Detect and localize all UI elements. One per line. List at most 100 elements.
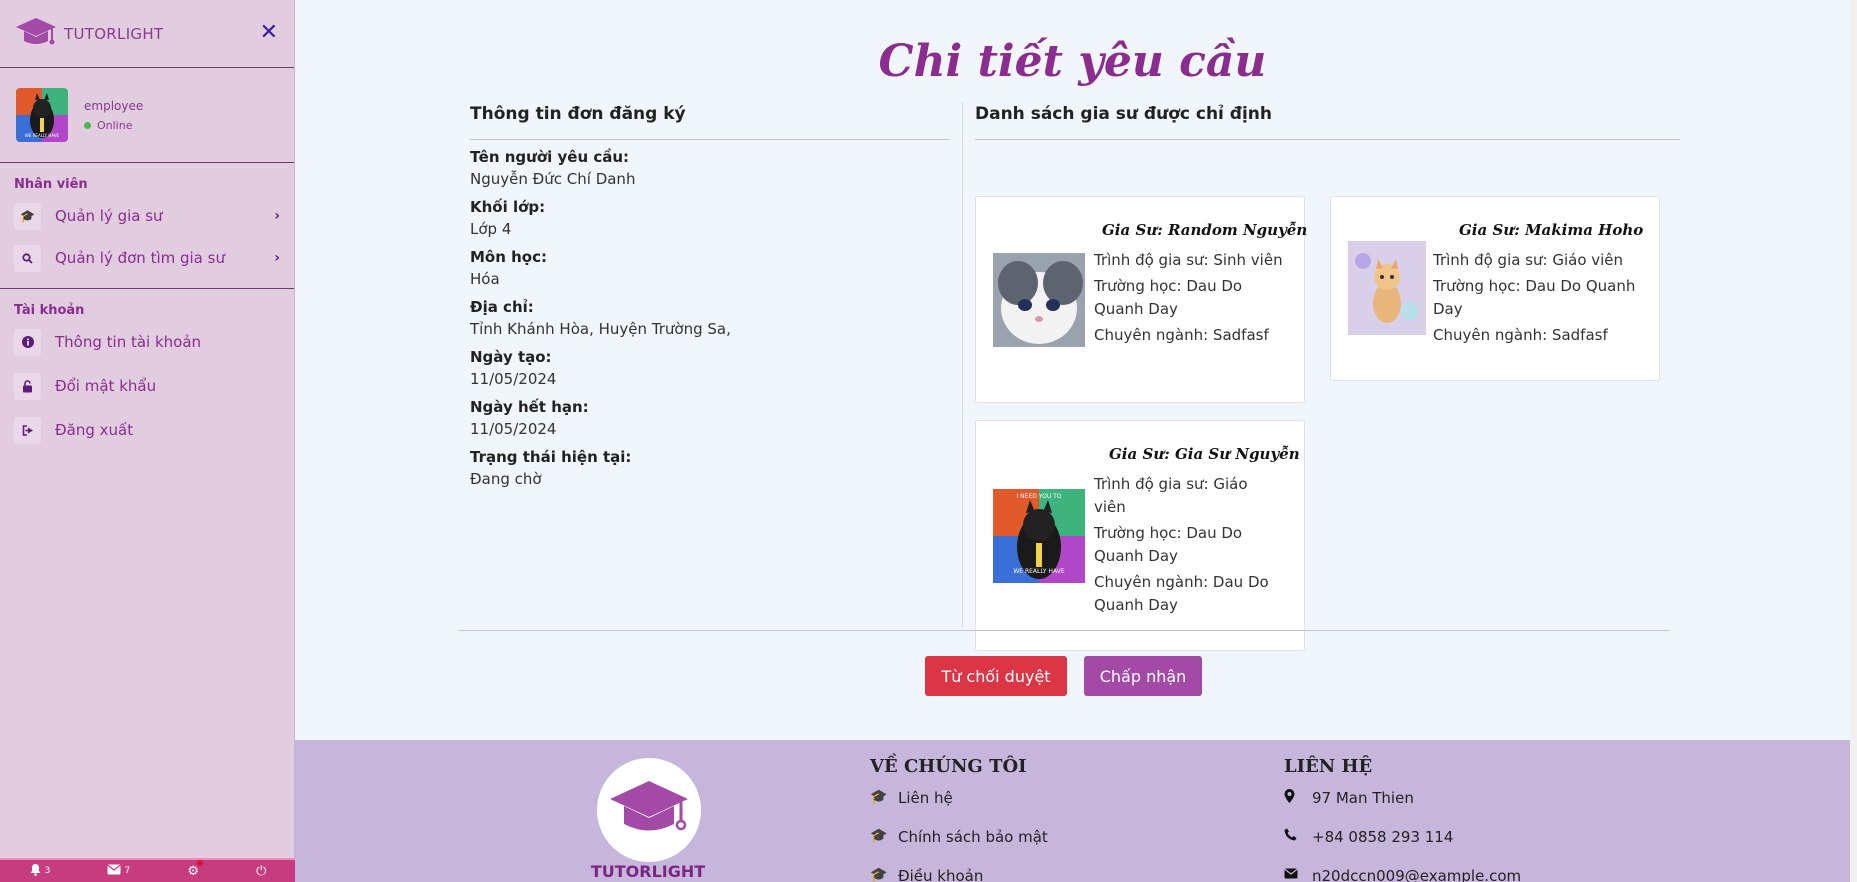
message-count: 7 xyxy=(124,866,131,876)
power-icon: ⏻ xyxy=(256,863,267,879)
sidebar-item-label: Quản lý gia sư xyxy=(55,207,163,225)
section-staff: Nhân viên xyxy=(14,177,88,192)
footer-contact: LIÊN HỆ 97 Man Thien +84 0858 293 114 n2… xyxy=(1284,756,1521,882)
footer-contact-title: LIÊN HỆ xyxy=(1284,756,1373,777)
footer-link-privacy[interactable]: 🎓 Chính sách bảo mật xyxy=(870,828,1048,867)
sidebar: TUTORLIGHT ✕ WE REALLY HAVE employee Onl… xyxy=(0,0,295,882)
user-status: Online xyxy=(84,119,143,132)
footer-link-terms[interactable]: 🎓 Điều khoản xyxy=(870,867,1048,882)
footer-link-label: Điều khoản xyxy=(898,867,984,882)
contact-email[interactable]: n20dccn009@example.com xyxy=(1284,867,1521,882)
tutor-details: Trình độ gia sư: Giáo viên Trường học: D… xyxy=(1094,473,1284,620)
field-subject: Môn học: Hóa xyxy=(470,246,950,290)
user-profile: WE REALLY HAVE employee Online xyxy=(0,68,294,163)
footer-logo xyxy=(597,758,701,862)
footer-about-title: VỀ CHÚNG TÔI xyxy=(870,756,1027,777)
sidebar-item-label: Thông tin tài khoản xyxy=(55,333,202,351)
divider xyxy=(458,630,1670,631)
tutor-level: Trình độ gia sư: Sinh viên xyxy=(1094,251,1283,269)
notification-count: 3 xyxy=(44,866,51,876)
envelope-icon xyxy=(107,864,122,879)
chevron-right-icon: › xyxy=(274,250,280,266)
svg-text:WE REALLY HAVE: WE REALLY HAVE xyxy=(1013,568,1064,575)
settings-button[interactable]: ⚙ xyxy=(187,859,203,879)
sidebar-item-tutors[interactable]: 🎓 Quản lý gia sư › xyxy=(0,196,294,236)
sidebar-bottom-bar: 3 7 ⚙ ⏻ xyxy=(0,858,295,882)
field-requester: Tên người yêu cầu: Nguyễn Đức Chí Danh xyxy=(470,146,950,190)
graduation-cap-icon: 🎓 xyxy=(870,828,888,844)
graduation-cap-icon: 🎓 xyxy=(14,202,41,230)
tutor-level: Trình độ gia sư: Giáo viên xyxy=(1094,475,1248,516)
footer-link-label: Liên hệ xyxy=(898,789,953,807)
envelope-icon xyxy=(1284,867,1306,882)
close-icon[interactable]: ✕ xyxy=(260,22,278,44)
sidebar-brand: TUTORLIGHT ✕ xyxy=(0,0,294,68)
field-label: Ngày hết hạn: xyxy=(470,398,589,416)
scrollbar[interactable] xyxy=(1850,0,1857,882)
field-value: 11/05/2024 xyxy=(470,420,557,438)
contact-address: 97 Man Thien xyxy=(1284,789,1521,828)
lock-icon xyxy=(14,372,41,400)
field-label: Khối lớp: xyxy=(470,198,546,216)
page-title: Chi tiết yêu cầu xyxy=(878,36,1267,87)
column-divider xyxy=(962,102,963,627)
tutor-photo xyxy=(993,253,1085,347)
status-text: Online xyxy=(97,118,133,132)
request-info: Thông tin đơn đăng ký Tên người yêu cầu:… xyxy=(470,102,950,490)
reject-button[interactable]: Từ chối duyệt xyxy=(925,656,1067,696)
field-grade: Khối lớp: Lớp 4 xyxy=(470,196,950,240)
tutor-level: Trình độ gia sư: Giáo viên xyxy=(1433,251,1624,269)
footer-link-contact[interactable]: 🎓 Liên hệ xyxy=(870,789,1048,828)
power-button[interactable]: ⏻ xyxy=(256,864,266,879)
tutor-school: Trường học: Dau Do Quanh Day xyxy=(1094,277,1243,318)
sidebar-item-change-password[interactable]: Đổi mật khẩu xyxy=(0,366,294,406)
online-dot-icon xyxy=(84,121,91,129)
field-label: Tên người yêu cầu: xyxy=(470,148,630,166)
accept-button[interactable]: Chấp nhận xyxy=(1084,656,1202,696)
notifications-button[interactable]: 3 xyxy=(29,863,51,880)
footer: TUTORLIGHT VỀ CHÚNG TÔI 🎓 Liên hệ 🎓 Chính … xyxy=(295,740,1850,882)
field-label: Ngày tạo: xyxy=(470,348,552,366)
sidebar-item-requests[interactable]: Quản lý đơn tìm gia sư › xyxy=(0,238,294,278)
field-value: Nguyễn Đức Chí Danh xyxy=(470,170,636,188)
tutor-card[interactable]: Gia Sư: Random Nguyễn Trình độ gia sư: S… xyxy=(975,196,1307,403)
phone-icon xyxy=(1284,828,1306,845)
tutor-school: Trường học: Dau Do Quanh Day xyxy=(1433,277,1636,318)
chevron-right-icon: › xyxy=(274,208,280,224)
bell-icon xyxy=(29,863,42,880)
gear-icon: ⚙ xyxy=(187,863,199,879)
brand-name: TUTORLIGHT xyxy=(64,24,164,43)
info-icon xyxy=(14,328,41,356)
graduation-cap-logo-icon xyxy=(610,779,688,841)
footer-about: VỀ CHÚNG TÔI 🎓 Liên hệ 🎓 Chính sách bảo mậ… xyxy=(870,756,1048,882)
svg-text:I NEED YOU TO: I NEED YOU TO xyxy=(1016,493,1061,500)
tutor-photo xyxy=(1348,241,1426,335)
sidebar-item-logout[interactable]: Đăng xuất xyxy=(0,410,294,450)
graduation-cap-icon: 🎓 xyxy=(870,867,888,882)
sign-out-icon xyxy=(14,416,41,444)
tutor-details: Trình độ gia sư: Sinh viên Trường học: D… xyxy=(1094,249,1284,350)
graduation-cap-icon: 🎓 xyxy=(870,789,888,805)
tutor-major: Chuyên ngành: Dau Do Quanh Day xyxy=(1094,573,1269,614)
field-value: Tỉnh Khánh Hòa, Huyện Trường Sa, xyxy=(470,320,731,338)
field-value: Lớp 4 xyxy=(470,220,512,238)
field-label: Trạng thái hiện tại: xyxy=(470,448,632,466)
messages-button[interactable]: 7 xyxy=(107,864,130,879)
tutor-major: Chuyên ngành: Sadfasf xyxy=(1433,326,1608,344)
field-created-date: Ngày tạo: 11/05/2024 xyxy=(470,346,950,390)
assigned-tutors-heading: Danh sách gia sư được chỉ định xyxy=(975,102,1680,140)
tutor-card[interactable]: Gia Sư: Gia Sư Nguyễn I NEED YOU TO WE RE… xyxy=(975,420,1305,651)
graduation-cap-logo-icon xyxy=(16,16,56,52)
tutor-photo: I NEED YOU TO WE REALLY HAVE xyxy=(993,489,1085,583)
field-address: Địa chỉ: Tỉnh Khánh Hòa, Huyện Trường Sa… xyxy=(470,296,950,340)
avatar[interactable]: WE REALLY HAVE xyxy=(16,88,68,142)
tutor-card[interactable]: Gia Sư: Makima Hoho Trình độ gia sư: Giá… xyxy=(1330,196,1660,381)
request-info-heading: Thông tin đơn đăng ký xyxy=(470,102,950,140)
sidebar-item-label: Đăng xuất xyxy=(55,421,134,439)
footer-link-label: Chính sách bảo mật xyxy=(898,828,1048,846)
field-label: Môn học: xyxy=(470,248,548,266)
status-value: Đang chờ xyxy=(470,470,542,488)
settings-alert-dot xyxy=(196,859,203,866)
sidebar-item-account-info[interactable]: Thông tin tài khoản xyxy=(0,322,294,362)
main-content: Chi tiết yêu cầu Thông tin đơn đăng ký T… xyxy=(295,0,1850,740)
